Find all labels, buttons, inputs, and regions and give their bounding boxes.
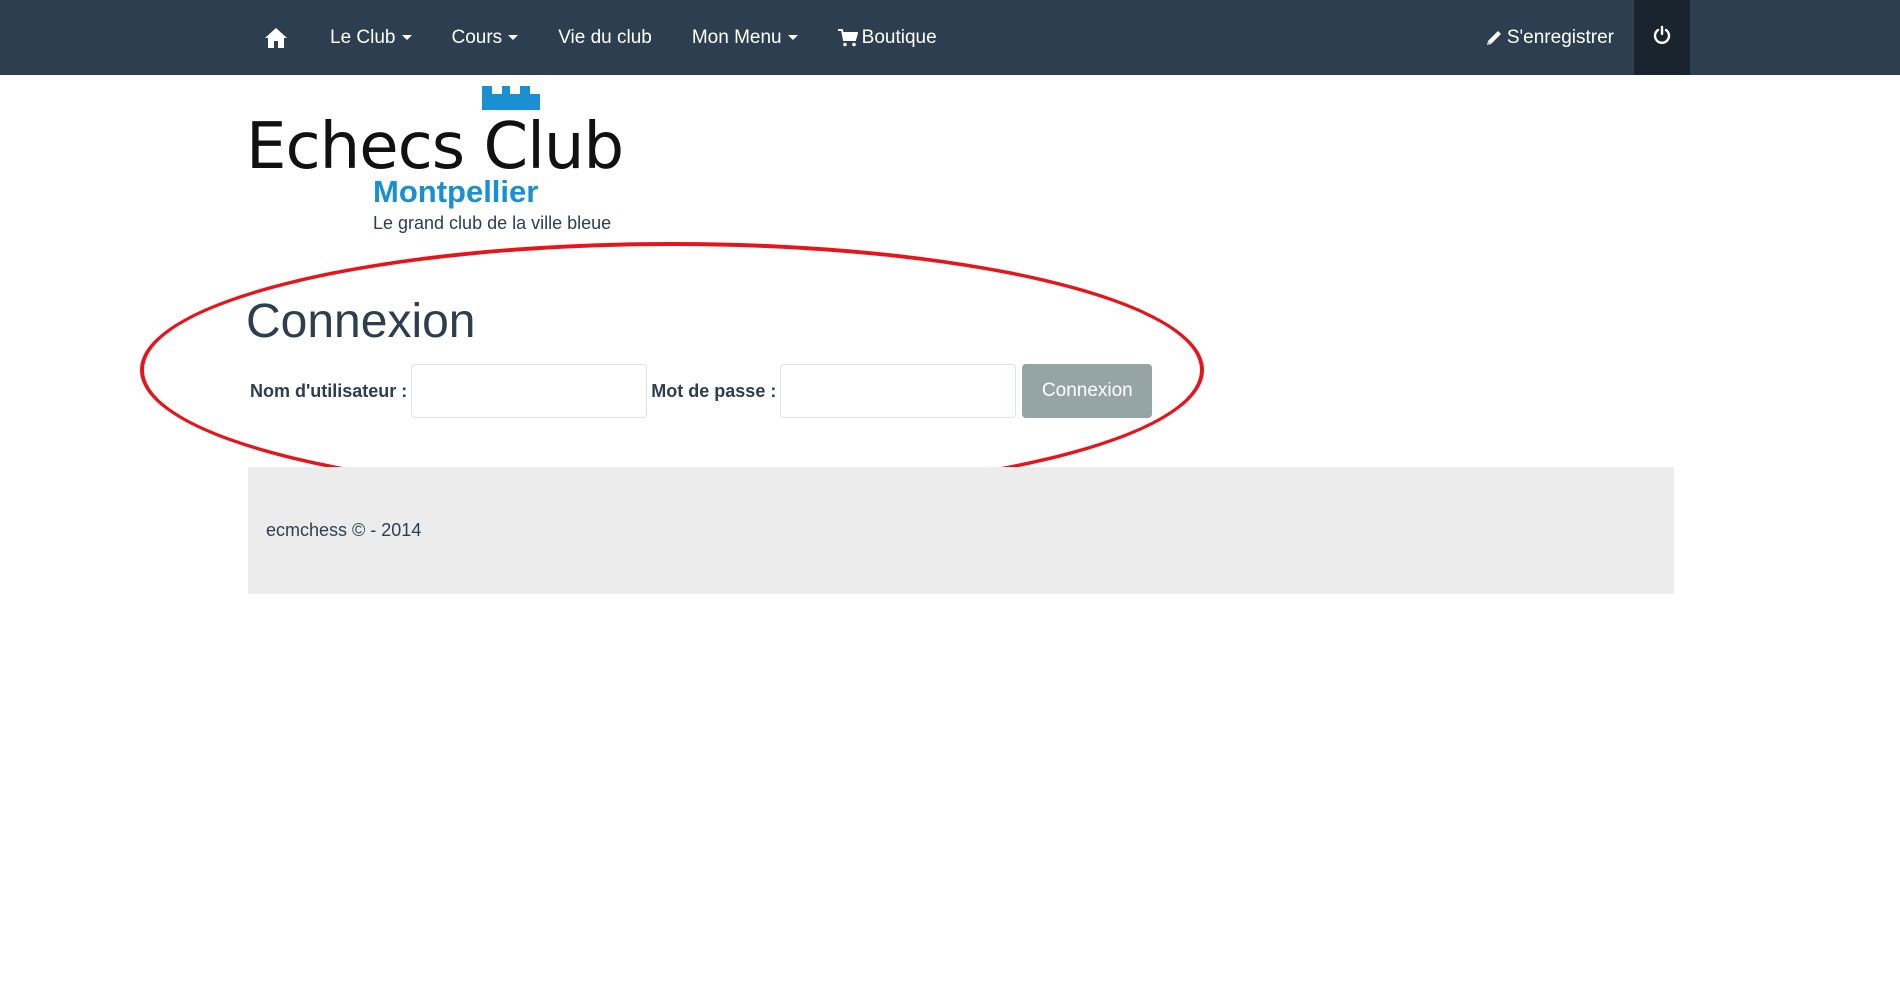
- tower-icon: [482, 86, 540, 110]
- logo-city: Montpellier: [373, 174, 539, 209]
- top-navbar: Le Club Cours Vie du club Mon Menu Bouti…: [0, 0, 1900, 75]
- footer: ecmchess © - 2014: [248, 467, 1674, 594]
- cart-icon: [837, 28, 858, 47]
- nav-mon-menu[interactable]: Mon Menu: [672, 0, 818, 75]
- nav-right-group: S'enregistrer: [1465, 0, 1690, 75]
- register-label: S'enregistrer: [1506, 26, 1614, 48]
- chevron-down-icon: [508, 35, 519, 40]
- chevron-down-icon: [401, 35, 412, 40]
- pencil-icon: [1485, 29, 1503, 47]
- nav-cours[interactable]: Cours: [432, 0, 539, 75]
- nav-vie-du-club[interactable]: Vie du club: [538, 0, 672, 75]
- nav-cours-label: Cours: [451, 26, 503, 48]
- home-icon: [264, 27, 288, 49]
- club-logo[interactable]: Echecs Club Montpellier Le grand club de…: [246, 86, 626, 236]
- nav-boutique[interactable]: Boutique: [818, 0, 957, 75]
- password-input[interactable]: [780, 364, 1017, 418]
- page-title: Connexion: [246, 295, 476, 348]
- username-input[interactable]: [411, 364, 648, 418]
- login-form: Nom d'utilisateur : Mot de passe : Conne…: [250, 364, 1153, 418]
- power-icon: [1652, 25, 1672, 51]
- nav-le-club-label: Le Club: [330, 26, 396, 48]
- nav-home[interactable]: [248, 0, 310, 75]
- password-label: Mot de passe :: [651, 380, 777, 401]
- nav-left-group: Le Club Cours Vie du club Mon Menu Bouti…: [248, 0, 957, 75]
- logout-button[interactable]: [1634, 0, 1690, 75]
- register-link[interactable]: S'enregistrer: [1465, 0, 1634, 75]
- nav-boutique-label: Boutique: [861, 26, 937, 48]
- logo-title: Echecs Club: [246, 110, 624, 184]
- nav-mon-menu-label: Mon Menu: [691, 26, 782, 48]
- footer-copyright: ecmchess © - 2014: [266, 520, 422, 540]
- nav-le-club[interactable]: Le Club: [310, 0, 432, 75]
- logo-tagline: Le grand club de la ville bleue: [373, 213, 612, 233]
- username-label: Nom d'utilisateur :: [250, 380, 408, 401]
- chevron-down-icon: [787, 35, 798, 40]
- login-submit-button[interactable]: Connexion: [1022, 364, 1153, 418]
- nav-vie-du-club-label: Vie du club: [558, 26, 652, 48]
